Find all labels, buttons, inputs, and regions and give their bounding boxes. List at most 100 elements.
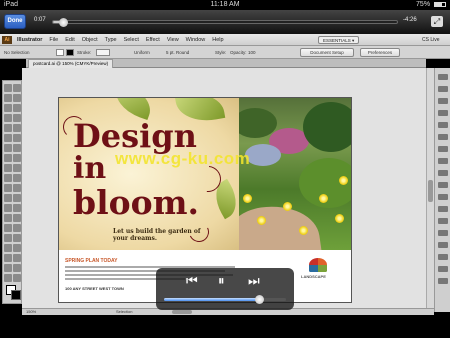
horizontal-scroll-thumb[interactable] — [172, 310, 192, 314]
workspace-switcher[interactable]: ESSENTIALS ▾ — [318, 36, 360, 44]
menu-list: Illustrator File Edit Object Type Select Effec… — [17, 34, 224, 46]
tool-icon[interactable] — [4, 274, 12, 282]
tool-icon[interactable] — [13, 234, 21, 242]
tool-icon[interactable] — [4, 114, 12, 122]
panel-icon[interactable] — [438, 74, 448, 80]
tool-icon[interactable] — [4, 164, 12, 172]
tool-icon[interactable] — [4, 144, 12, 152]
panel-icon[interactable] — [438, 98, 448, 104]
tool-icon[interactable] — [13, 244, 21, 252]
tool-icon[interactable] — [4, 234, 12, 242]
rewind-icon[interactable]: ⏮ — [186, 274, 198, 288]
tool-icon[interactable] — [13, 114, 21, 122]
tool-icon[interactable] — [13, 134, 21, 142]
tool-icon[interactable] — [4, 154, 12, 162]
menu-item-help[interactable]: Help — [212, 34, 223, 46]
daylily — [257, 216, 266, 225]
menu-item-effect[interactable]: Effect — [146, 34, 160, 46]
tool-icon[interactable] — [4, 214, 12, 222]
tool-icon[interactable] — [13, 204, 21, 212]
panel-icon[interactable] — [438, 158, 448, 164]
panel-icon[interactable] — [438, 146, 448, 152]
illustrator-logo: Ai — [2, 36, 12, 44]
panel-icon[interactable] — [438, 230, 448, 236]
tool-icon[interactable] — [4, 84, 12, 92]
panel-icon[interactable] — [438, 134, 448, 140]
stroke-color-swatch[interactable] — [11, 290, 21, 300]
panel-icon[interactable] — [438, 242, 448, 248]
tool-icon[interactable] — [13, 224, 21, 232]
panel-icon[interactable] — [438, 218, 448, 224]
menu-item-select[interactable]: Select — [124, 34, 139, 46]
tool-icon[interactable] — [13, 254, 21, 262]
panel-icon[interactable] — [438, 182, 448, 188]
panel-icon[interactable] — [438, 170, 448, 176]
tool-icon[interactable] — [4, 224, 12, 232]
preferences-button[interactable]: Preferences — [360, 48, 400, 57]
panel-icon[interactable] — [438, 266, 448, 272]
tool-icon[interactable] — [4, 194, 12, 202]
tool-icon[interactable] — [13, 214, 21, 222]
menu-item-file[interactable]: File — [49, 34, 58, 46]
battery-percent: 75% — [416, 1, 431, 8]
tool-icon[interactable] — [4, 264, 12, 272]
tools-panel — [2, 80, 22, 304]
panel-icon[interactable] — [438, 254, 448, 260]
body-headline: SPRING PLAN TODAY — [65, 258, 118, 264]
tool-icon[interactable] — [13, 194, 21, 202]
document-setup-button[interactable]: Document Setup — [300, 48, 354, 57]
pause-icon[interactable]: ⏸ — [218, 274, 225, 288]
panel-icon[interactable] — [438, 206, 448, 212]
tool-icon[interactable] — [4, 134, 12, 142]
fast-forward-icon[interactable]: ⏭ — [248, 274, 260, 288]
fullscreen-icon[interactable]: ⤢ — [431, 16, 443, 27]
stroke-profile[interactable]: Uniform — [134, 46, 150, 59]
company-logo: LANDSCAPE — [295, 258, 345, 288]
menu-item-type[interactable]: Type — [105, 34, 117, 46]
menu-item-illustrator[interactable]: Illustrator — [17, 34, 42, 46]
stroke-weight-field[interactable] — [96, 49, 110, 56]
tool-icon[interactable] — [13, 174, 21, 182]
tool-icon[interactable] — [13, 164, 21, 172]
done-button[interactable]: Done — [4, 14, 26, 29]
fill-swatch[interactable] — [56, 49, 64, 56]
panel-icon[interactable] — [438, 194, 448, 200]
tool-icon[interactable] — [13, 124, 21, 132]
vertical-scrollbar[interactable] — [426, 68, 434, 308]
panel-icon[interactable] — [438, 86, 448, 92]
volume-knob[interactable] — [255, 295, 265, 304]
brush-definition[interactable]: 5 pt. Round — [166, 46, 189, 59]
tool-icon[interactable] — [13, 94, 21, 102]
scrubber[interactable] — [52, 18, 398, 27]
tool-icon[interactable] — [13, 154, 21, 162]
tool-icon[interactable] — [13, 274, 21, 282]
vertical-scroll-thumb[interactable] — [428, 180, 433, 202]
tool-icon[interactable] — [13, 84, 21, 92]
menu-item-object[interactable]: Object — [82, 34, 98, 46]
tool-icon[interactable] — [13, 104, 21, 112]
scrubber-knob[interactable] — [59, 18, 69, 27]
tool-icon[interactable] — [4, 94, 12, 102]
video-top-bar: Done 0:07 -4:26 ⤢ — [0, 10, 450, 34]
tool-icon[interactable] — [4, 104, 12, 112]
tool-icon[interactable] — [4, 254, 12, 262]
tool-icon[interactable] — [4, 124, 12, 132]
tool-icon[interactable] — [13, 144, 21, 152]
tool-icon[interactable] — [4, 174, 12, 182]
panel-icon[interactable] — [438, 122, 448, 128]
document-tab[interactable]: postcard.ai @ 150% (CMYK/Preview) — [28, 59, 114, 68]
menu-item-window[interactable]: Window — [186, 34, 206, 46]
volume-slider[interactable] — [164, 295, 286, 304]
tool-icon[interactable] — [4, 184, 12, 192]
panel-icon[interactable] — [438, 110, 448, 116]
tool-icon[interactable] — [13, 184, 21, 192]
tool-icon[interactable] — [4, 244, 12, 252]
opacity-value[interactable]: 100 — [248, 46, 256, 59]
menu-item-edit[interactable]: Edit — [65, 34, 74, 46]
stroke-swatch[interactable] — [66, 49, 74, 56]
menu-item-view[interactable]: View — [167, 34, 179, 46]
tool-icon[interactable] — [13, 264, 21, 272]
tool-icon[interactable] — [4, 204, 12, 212]
panel-icon[interactable] — [438, 278, 448, 284]
cs-live-button[interactable]: CS Live — [422, 34, 440, 46]
